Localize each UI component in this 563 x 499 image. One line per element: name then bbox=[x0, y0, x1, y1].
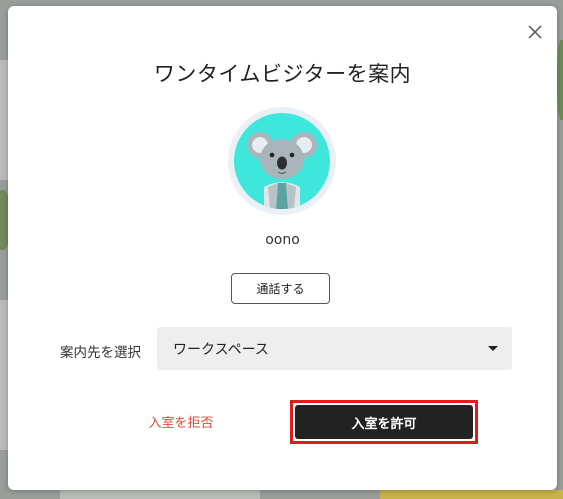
destination-selected-value: ワークスペース bbox=[173, 341, 269, 358]
call-button[interactable]: 通話する bbox=[231, 273, 330, 304]
allow-entry-button[interactable]: 入室を許可 bbox=[295, 405, 473, 439]
close-button[interactable] bbox=[525, 22, 545, 42]
destination-label: 案内先を選択 bbox=[60, 345, 141, 361]
destination-select[interactable]: ワークスペース bbox=[157, 327, 512, 370]
avatar-ring bbox=[228, 107, 336, 215]
deny-entry-button[interactable]: 入室を拒否 bbox=[126, 406, 236, 436]
koala-avatar bbox=[234, 113, 330, 209]
dialog-title: ワンタイムビジターを案内 bbox=[153, 62, 412, 86]
visitor-dialog: ワンタイムビジターを案内 oono 通話する 案内先を選択 ワークスペース 入室… bbox=[8, 6, 557, 490]
koala-icon bbox=[247, 132, 317, 209]
visitor-name: oono bbox=[265, 232, 300, 248]
close-icon bbox=[528, 25, 542, 39]
chevron-down-icon bbox=[488, 346, 498, 351]
